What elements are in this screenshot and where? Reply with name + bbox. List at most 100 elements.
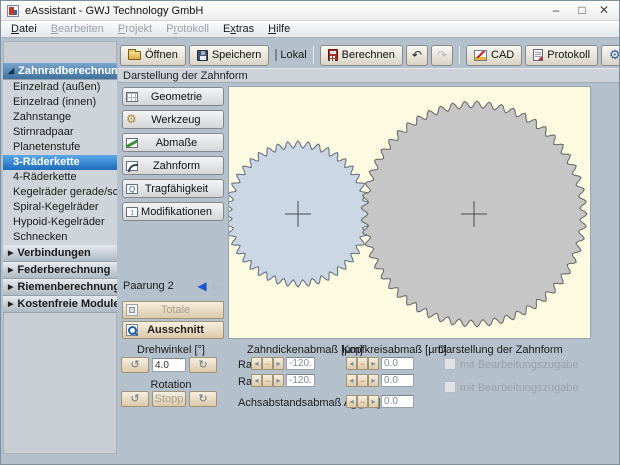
curve-icon (126, 161, 138, 171)
stepper-prev-icon[interactable] (251, 374, 262, 387)
pair-next-icon: ▶ (210, 279, 224, 294)
stepper-minus-icon[interactable] (262, 374, 273, 387)
minimize-icon[interactable]: – (545, 1, 567, 21)
rad1-zahndicke-input[interactable] (286, 357, 315, 370)
stepper-next-icon[interactable] (368, 357, 379, 370)
sidebar-section-2[interactable]: Verbindungen (3, 245, 117, 262)
einstellungen-button[interactable]: Einstellungen (601, 45, 620, 66)
rotate-ccw-icon[interactable] (121, 357, 149, 373)
rotate-cw-icon[interactable] (189, 357, 217, 373)
menu-extras[interactable]: Extras (216, 21, 261, 35)
sidebar-item-8[interactable]: Kegelräder gerade/schräg (3, 185, 117, 200)
bearbeitungszugabe-label-1: mit Bearbeitungszugabe (460, 359, 579, 371)
zahnform-button[interactable]: Zahnform (122, 156, 224, 175)
save-disk-icon (197, 50, 208, 61)
achsabstand-input[interactable] (381, 395, 414, 408)
pair-prev-icon[interactable]: ◀ (195, 279, 209, 294)
modification-icon (126, 207, 138, 217)
menu-bearbeiten: Bearbeiten (44, 21, 111, 35)
stepper-minus-icon[interactable] (357, 395, 368, 408)
sidebar-nav: ZahnradberechnungEinzelrad (außen)Einzel… (3, 63, 117, 313)
sidebar-section-5[interactable]: Kostenfreie Module (3, 296, 117, 313)
sidebar-item-9[interactable]: Spiral-Kegelräder (3, 200, 117, 215)
grid-icon (126, 92, 138, 102)
rad2-zahndicke-stepper (251, 374, 284, 387)
view-title: Darstellung der Zahnform (123, 70, 248, 82)
rotation-label: Rotation (121, 379, 221, 391)
stepper-next-icon[interactable] (273, 357, 284, 370)
rad2-kopfkreis-stepper (346, 374, 379, 387)
menu-hilfe[interactable]: Hilfe (261, 21, 297, 35)
rad2-kopfkreis-input[interactable] (381, 374, 414, 387)
sidebar-section-1[interactable]: Zahnradberechnung (3, 63, 117, 80)
sidebar-item-5[interactable]: Planetenstufe (3, 140, 117, 155)
calculator-icon (328, 49, 338, 61)
stepper-next-icon[interactable] (368, 395, 379, 408)
magnifier-icon (126, 324, 138, 336)
gear-drawing (229, 87, 590, 338)
stepper-next-icon[interactable] (273, 374, 284, 387)
rad2-zahndicke-input[interactable] (286, 374, 315, 387)
display-options-header: Darstellung der Zahnform (438, 344, 563, 356)
werkzeug-button[interactable]: Werkzeug (122, 110, 224, 129)
rotation-ccw-button[interactable] (121, 391, 149, 407)
cad-button[interactable]: CAD (466, 45, 522, 66)
stopp-button: Stopp (152, 391, 186, 407)
maximize-icon[interactable]: □ (571, 1, 593, 21)
stepper-prev-icon[interactable] (346, 357, 357, 370)
settings-gear-icon (609, 48, 620, 62)
rotation-cw-button[interactable] (189, 391, 217, 407)
tragfähigkeit-button[interactable]: Tragfähigkeit (122, 179, 224, 198)
achsabstand-stepper (346, 395, 379, 408)
sidebar-item-4[interactable]: Stirnradpaar (3, 125, 117, 140)
sidebar-item-11[interactable]: Schnecken (3, 230, 117, 245)
stepper-minus-icon[interactable] (357, 357, 368, 370)
sidebar-section-3[interactable]: Federberechnung (3, 262, 117, 279)
view-title-bar: Darstellung der Zahnform (118, 68, 619, 83)
undo-button[interactable] (406, 45, 428, 66)
lokal-label: Lokal (280, 49, 306, 61)
titlebar: eAssistant - GWJ Technology GmbH – □ ✕ (1, 1, 619, 21)
capacity-icon (126, 184, 138, 194)
window-title: eAssistant - GWJ Technology GmbH (25, 1, 203, 21)
stepper-prev-icon[interactable] (346, 374, 357, 387)
sidebar-item-1[interactable]: Einzelrad (außen) (3, 80, 117, 95)
stepper-minus-icon[interactable] (357, 374, 368, 387)
geometrie-button[interactable]: Geometrie (122, 87, 224, 106)
close-icon[interactable]: ✕ (593, 1, 615, 21)
open-folder-icon (128, 51, 141, 60)
ausschnitt-button[interactable]: Ausschnitt (122, 321, 224, 339)
menu-projekt: Projekt (111, 21, 159, 35)
toolbar-separator (313, 46, 314, 64)
gear-canvas[interactable] (228, 86, 591, 339)
sidebar-item-10[interactable]: Hypoid-Kegelräder (3, 215, 117, 230)
rad1-kopfkreis-input[interactable] (381, 357, 414, 370)
berechnen-button[interactable]: Berechnen (320, 45, 403, 66)
stepper-next-icon[interactable] (368, 374, 379, 387)
drehwinkel-input[interactable] (152, 358, 186, 372)
stepper-prev-icon[interactable] (251, 357, 262, 370)
lokal-checkbox[interactable] (275, 49, 277, 61)
protokoll-button[interactable]: Protokoll (525, 45, 598, 66)
cad-icon (474, 50, 487, 61)
bearbeitungszugabe-checkbox-2 (444, 381, 456, 393)
totale-frame-icon (126, 304, 138, 316)
modifikationen-button[interactable]: Modifikationen (122, 202, 224, 221)
menu-datei[interactable]: Datei (4, 21, 44, 35)
save-button[interactable]: Speichern (189, 45, 270, 66)
app-window: eAssistant - GWJ Technology GmbH – □ ✕ D… (0, 0, 620, 465)
kopfkreis-header: Kopfkreisabmaß [µm] (342, 344, 447, 356)
stepper-prev-icon[interactable] (346, 395, 357, 408)
redo-button (431, 45, 453, 66)
sidebar-item-6[interactable]: 3-Räderkette (3, 155, 117, 170)
redo-icon (437, 48, 447, 62)
sidebar-item-7[interactable]: 4-Räderkette (3, 170, 117, 185)
sidebar-item-2[interactable]: Einzelrad (innen) (3, 95, 117, 110)
sidebar-section-4[interactable]: Riemenberechnung (3, 279, 117, 296)
protokoll-page-icon (533, 49, 543, 61)
abmaße-button[interactable]: Abmaße (122, 133, 224, 152)
rad1-kopfkreis-stepper (346, 357, 379, 370)
sidebar-item-3[interactable]: Zahnstange (3, 110, 117, 125)
open-button[interactable]: Öffnen (120, 45, 186, 66)
stepper-minus-icon[interactable] (262, 357, 273, 370)
